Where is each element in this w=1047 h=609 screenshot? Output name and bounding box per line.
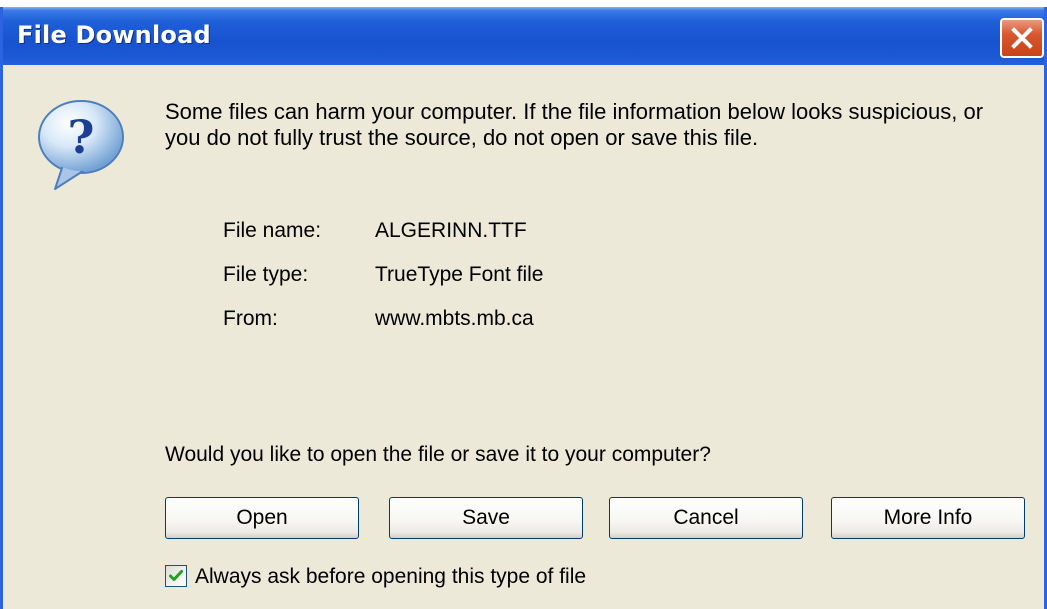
close-x-icon [1011,27,1033,49]
cancel-button[interactable]: Cancel [609,497,803,539]
file-type-label: File type: [223,263,309,286]
save-button[interactable]: Save [389,497,583,539]
from-label: From: [223,307,278,330]
title-bar[interactable]: File Download [3,7,1044,65]
file-type-value: TrueType Font file [375,263,544,286]
from-value: www.mbts.mb.ca [375,307,534,330]
check-mark-icon [169,570,183,581]
always-ask-checkbox[interactable] [165,565,187,587]
more-info-button[interactable]: More Info [831,497,1025,539]
open-save-question: Would you like to open the file or save … [165,443,711,466]
warning-message: Some files can harm your computer. If th… [165,99,984,150]
file-download-dialog: File Download ? Some files can harm your… [0,7,1047,609]
open-button[interactable]: Open [165,497,359,539]
file-name-value: ALGERINN.TTF [375,219,527,242]
dialog-body: ? Some files can harm your computer. If … [3,65,1044,609]
file-name-label: File name: [223,219,322,242]
svg-text:?: ? [68,110,95,164]
window-title: File Download [17,21,211,49]
always-ask-label[interactable]: Always ask before opening this type of f… [195,565,586,589]
question-icon: ? [38,100,124,190]
close-button[interactable] [1000,18,1044,58]
